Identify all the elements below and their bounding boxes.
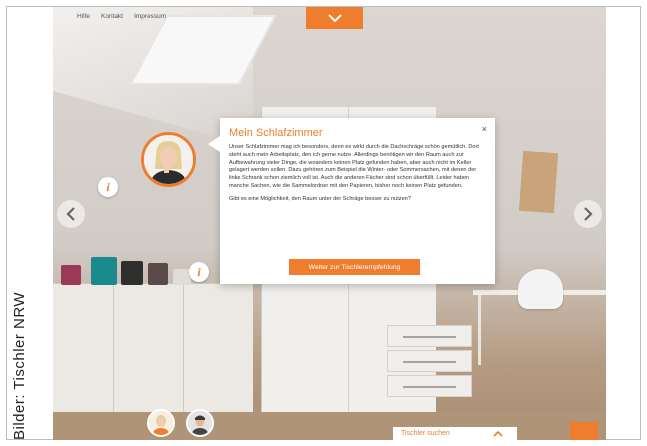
chevron-down-icon: [327, 14, 342, 22]
find-carpenter-tab[interactable]: Tischler suchen: [393, 427, 517, 440]
dialog-paragraph: Unser Schlafzimmer mag ich besonders, de…: [229, 144, 479, 189]
drawer: [387, 350, 472, 372]
floor: [53, 412, 606, 440]
narrator-avatar: [141, 132, 196, 187]
nav-imprint-link[interactable]: Impressum: [134, 13, 166, 20]
dialog-question: Gibt es eine Möglichkeit, den Raum unter…: [229, 195, 411, 202]
desk-leg: [478, 295, 481, 365]
storage-box: [61, 265, 81, 285]
chair: [518, 269, 563, 309]
next-room-button[interactable]: [574, 200, 602, 228]
continue-recommendation-button[interactable]: Weiter zur Tischlerempfehlung: [289, 259, 420, 275]
nav-contact-link[interactable]: Kontakt: [101, 13, 123, 20]
woman-portrait-icon: [149, 411, 173, 435]
nav-help-link[interactable]: Hilfe: [77, 13, 90, 20]
room-scene: Hilfe Kontakt Impressum i i Mein Schlafz…: [53, 7, 606, 440]
man-portrait-icon: [188, 411, 212, 435]
dialog-body: Unser Schlafzimmer mag ich besonders, de…: [229, 144, 486, 204]
wall-board: [518, 150, 559, 214]
chevron-left-icon: [66, 207, 75, 221]
info-icon[interactable]: i: [189, 262, 209, 282]
low-cabinet: [53, 283, 253, 413]
chevron-right-icon: [584, 207, 593, 221]
brand-logo[interactable]: [570, 422, 598, 440]
image-credit: Bilder: Tischler NRW: [11, 291, 28, 440]
drawer: [387, 325, 472, 347]
woman-portrait-icon: [144, 135, 193, 184]
dialog-title: Mein Schlafzimmer: [229, 127, 323, 139]
avatar-man[interactable]: [186, 409, 214, 437]
page-frame: Bilder: Tischler NRW Hilfe Kontakt Impre…: [0, 0, 647, 446]
avatar-woman[interactable]: [147, 409, 175, 437]
drawer: [387, 375, 472, 397]
chevron-up-icon: [493, 430, 503, 437]
room-info-dialog: Mein Schlafzimmer × Unser Schlafzimmer m…: [208, 118, 495, 284]
storage-box: [91, 257, 117, 285]
storage-box: [121, 261, 143, 285]
storage-box: [148, 263, 168, 285]
close-icon[interactable]: ×: [482, 124, 487, 134]
info-icon[interactable]: i: [98, 177, 118, 197]
menu-toggle-button[interactable]: [306, 7, 363, 29]
previous-room-button[interactable]: [57, 200, 85, 228]
top-nav: Hilfe Kontakt Impressum: [77, 13, 166, 20]
find-carpenter-label: Tischler suchen: [401, 430, 450, 437]
